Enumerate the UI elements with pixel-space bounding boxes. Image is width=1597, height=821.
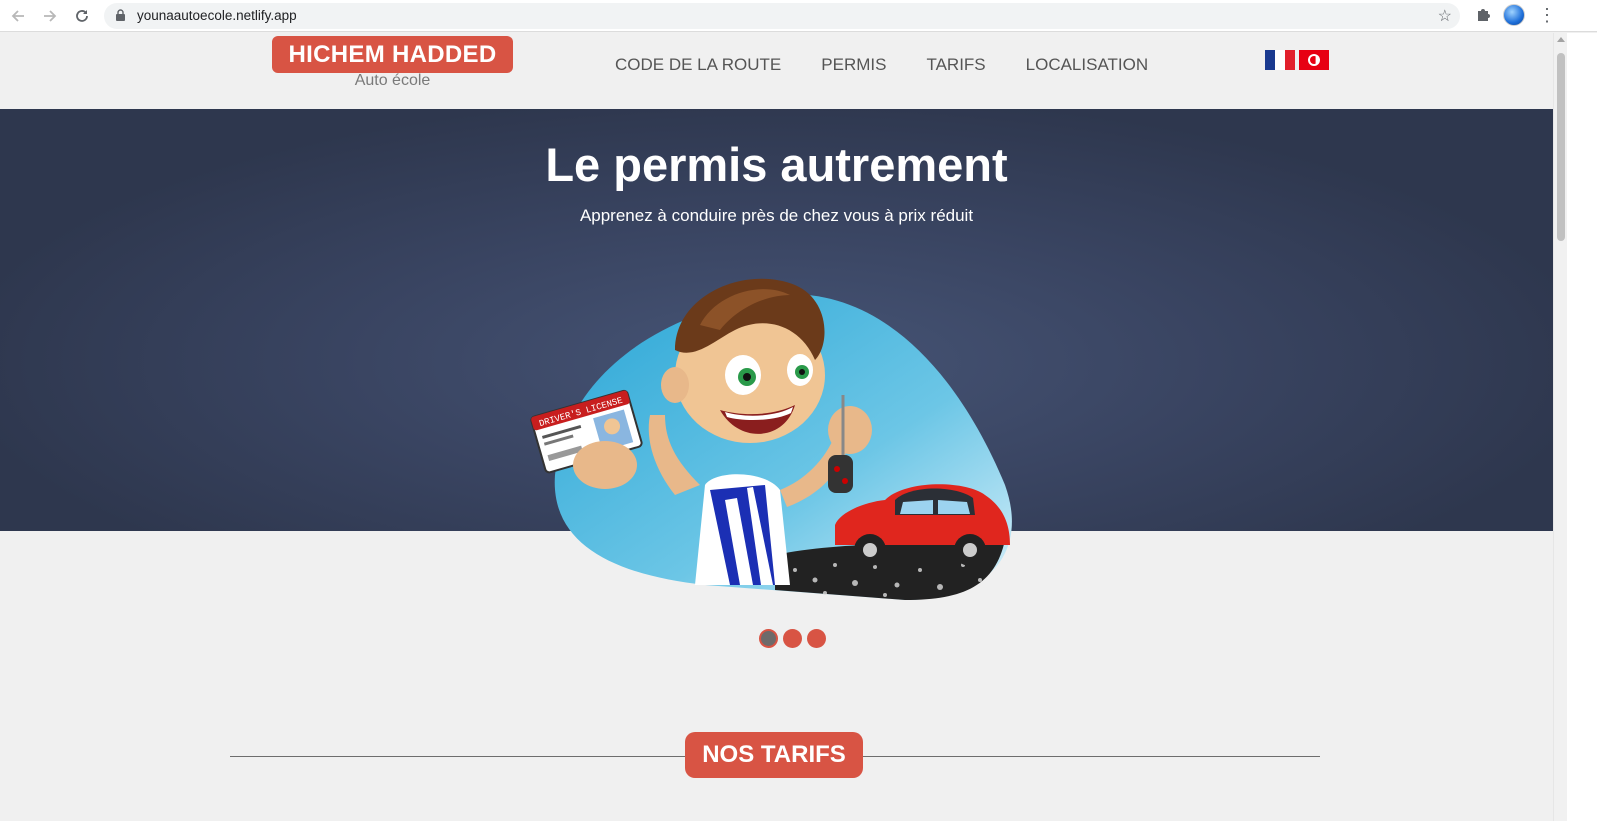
tunisia-flag-icon[interactable] bbox=[1299, 50, 1329, 70]
hero-illustration: DRIVER'S LICENSE bbox=[530, 278, 1012, 600]
forward-button[interactable] bbox=[38, 4, 62, 28]
nav-localisation[interactable]: LOCALISATION bbox=[1026, 55, 1149, 75]
logo-subtitle: Auto école bbox=[354, 72, 431, 89]
section-title-tarifs: NOS TARIFS bbox=[685, 732, 863, 778]
carousel-dots bbox=[759, 629, 826, 648]
nav-permis[interactable]: PERMIS bbox=[821, 55, 886, 75]
carousel-dot-3[interactable] bbox=[807, 629, 826, 648]
logo[interactable]: HICHEM HADDED bbox=[272, 36, 513, 73]
arrow-left-icon bbox=[11, 10, 24, 22]
avatar[interactable] bbox=[1503, 4, 1525, 26]
lock-icon bbox=[116, 9, 125, 21]
star-icon[interactable]: ☆ bbox=[1438, 6, 1452, 26]
hero-title: Le permis autrement bbox=[545, 138, 1008, 191]
url-text: younaautoecole.netlify.app bbox=[137, 8, 297, 23]
nav-tarifs[interactable]: TARIFS bbox=[926, 55, 985, 75]
france-flag-icon[interactable] bbox=[1265, 50, 1295, 70]
scrollbar[interactable] bbox=[1553, 33, 1567, 821]
main-nav: CODE DE LA ROUTE PERMIS TARIFS LOCALISAT… bbox=[615, 55, 1188, 75]
back-button[interactable] bbox=[6, 4, 30, 28]
reload-icon bbox=[76, 10, 88, 22]
nav-code-de-la-route[interactable]: CODE DE LA ROUTE bbox=[615, 55, 781, 75]
browser-toolbar: younaautoecole.netlify.app ☆ ⋮ bbox=[0, 0, 1597, 32]
window-edge bbox=[1567, 33, 1597, 821]
page-viewport: HICHEM HADDED Auto école CODE DE LA ROUT… bbox=[0, 33, 1553, 821]
kebab-menu-icon[interactable]: ⋮ bbox=[1538, 4, 1556, 28]
scroll-thumb[interactable] bbox=[1557, 53, 1565, 241]
reload-button[interactable] bbox=[70, 4, 94, 28]
carousel-dot-2[interactable] bbox=[783, 629, 802, 648]
carousel-dot-1[interactable] bbox=[759, 629, 778, 648]
puzzle-icon[interactable] bbox=[1474, 5, 1494, 25]
scroll-up-icon[interactable] bbox=[1557, 37, 1565, 42]
site-header: HICHEM HADDED Auto école CODE DE LA ROUT… bbox=[0, 33, 1553, 109]
hero-subtitle: Apprenez à conduire près de chez vous à … bbox=[579, 206, 974, 225]
arrow-right-icon bbox=[44, 10, 57, 22]
address-bar[interactable]: younaautoecole.netlify.app ☆ bbox=[104, 3, 1460, 29]
